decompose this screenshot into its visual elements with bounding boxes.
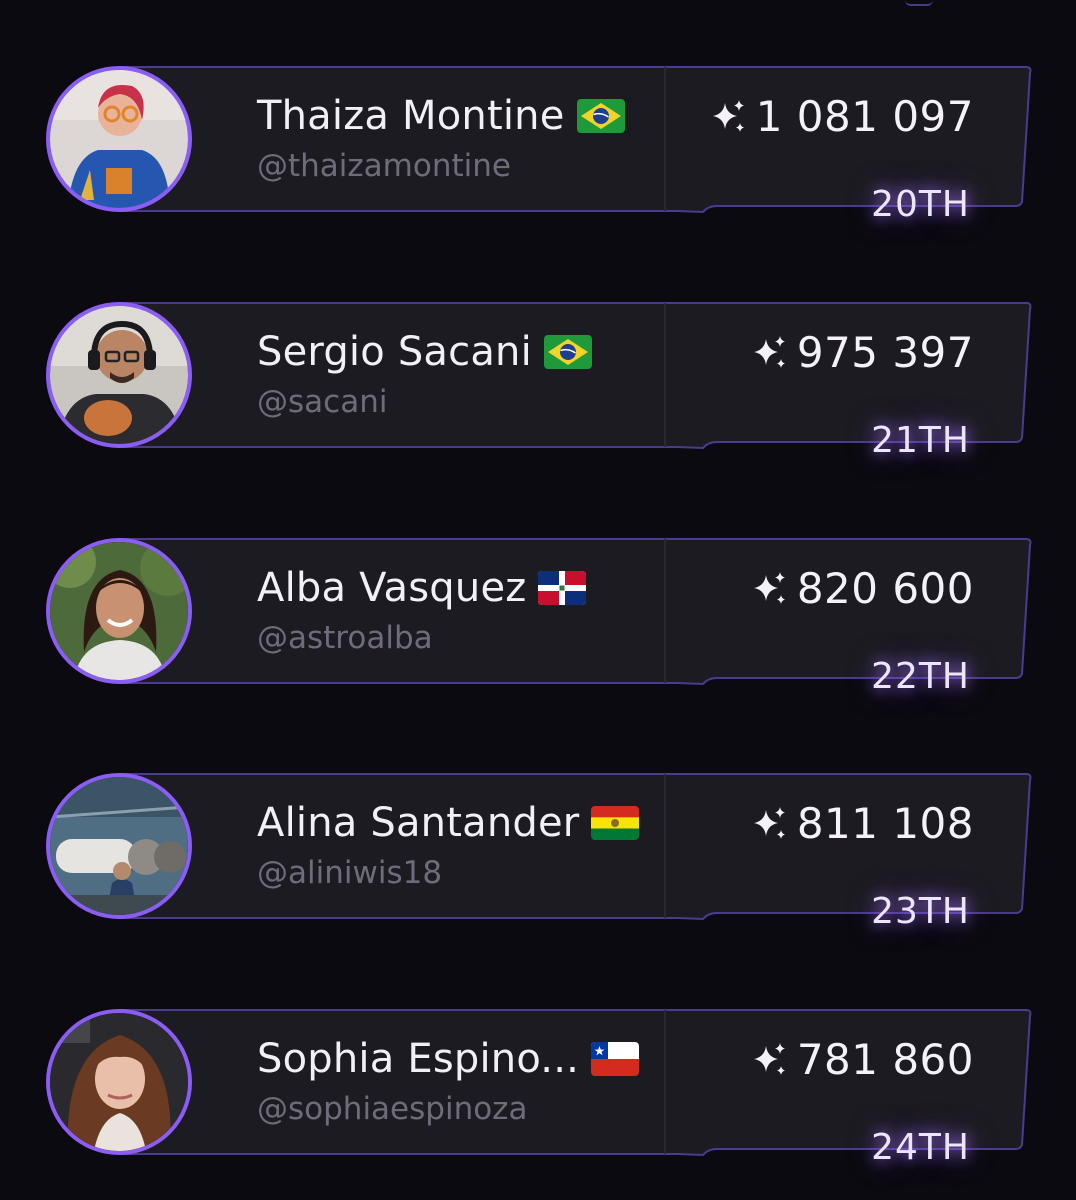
avatar[interactable] [46,66,192,212]
score-value: 781 860 [796,1034,974,1084]
dominican-republic-flag-icon [538,571,587,605]
sparkles-icon [753,1043,785,1075]
score-row: 781 860 [751,1033,974,1085]
avatar[interactable] [46,302,192,448]
score-row: 820 600 [751,562,974,614]
leaderboard-entry[interactable]: Alina Santander @aliniwis18 811 108 23TH [0,773,1076,973]
rank-label: 20TH [871,184,970,225]
leaderboard-entry[interactable]: Sergio Sacani @sacani 975 397 21TH [0,302,1076,502]
avatar[interactable] [46,538,192,684]
name-row: Sergio Sacani [257,328,592,376]
score-value: 1 081 097 [755,91,974,141]
score-value: 820 600 [796,563,974,613]
avatar[interactable] [46,773,192,919]
username-handle[interactable]: @sophiaespinoza [257,1091,527,1127]
rank-label: 23TH [871,891,970,932]
display-name[interactable]: Alba Vasquez [257,565,526,611]
name-row: Sophia Espino... [257,1035,640,1083]
name-row: Alba Vasquez [257,564,587,612]
avatar[interactable] [46,1009,192,1155]
sparkles-icon [753,336,785,368]
sparkles-icon [753,572,785,604]
leaderboard-entry[interactable]: Thaiza Montine @thaizamontine 1 081 097 … [0,66,1076,266]
rank-label: 24TH [871,1127,970,1168]
score-value: 975 397 [796,327,974,377]
username-handle[interactable]: @sacani [257,384,387,420]
leaderboard-entry[interactable]: Sophia Espino... @sophiaespinoza 781 860… [0,1009,1076,1200]
sparkles-icon [712,100,744,132]
score-row: 1 081 097 [710,90,974,142]
score-row: 811 108 [751,797,974,849]
score-value: 811 108 [796,798,974,848]
username-handle[interactable]: @thaizamontine [257,148,511,184]
username-handle[interactable]: @astroalba [257,620,433,656]
leaderboard-entry[interactable]: Alba Vasquez @astroalba 820 600 22TH [0,538,1076,738]
rank-label: 22TH [871,656,970,697]
leaderboard-list: Thaiza Montine @thaizamontine 1 081 097 … [0,0,1076,1200]
rank-label: 21TH [871,420,970,461]
bolivia-flag-icon [591,806,640,840]
brazil-flag-icon [543,335,592,369]
brazil-flag-icon [576,99,625,133]
previous-card-edge [905,0,933,6]
name-row: Alina Santander [257,799,640,847]
display-name[interactable]: Sophia Espino... [257,1036,579,1082]
chile-flag-icon [591,1042,640,1076]
username-handle[interactable]: @aliniwis18 [257,855,442,891]
display-name[interactable]: Thaiza Montine [257,93,565,139]
name-row: Thaiza Montine [257,92,625,140]
score-row: 975 397 [751,326,974,378]
display-name[interactable]: Alina Santander [257,800,579,846]
sparkles-icon [753,807,785,839]
display-name[interactable]: Sergio Sacani [257,329,532,375]
